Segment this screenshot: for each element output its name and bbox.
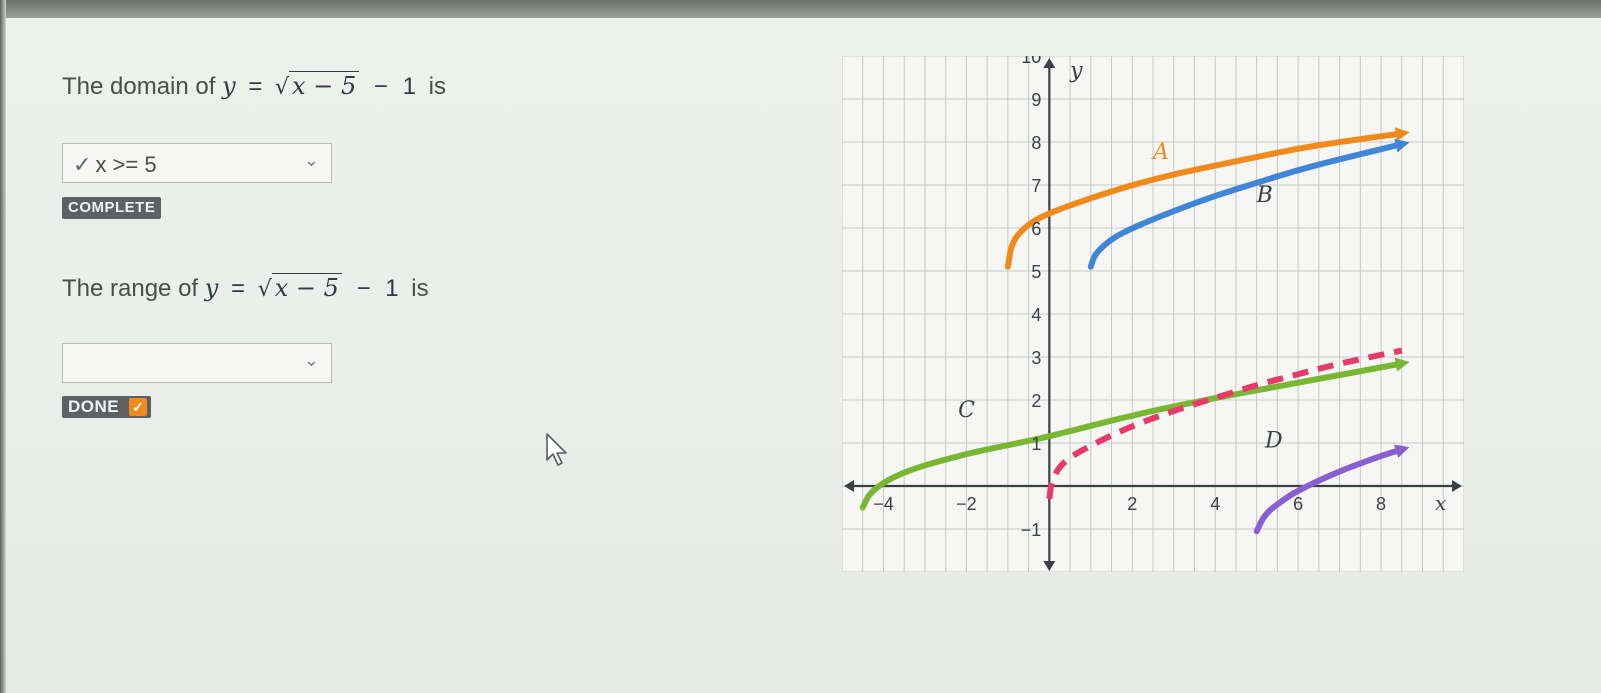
x-tick-label: 2 bbox=[1127, 494, 1137, 514]
x-tick-label: 4 bbox=[1210, 494, 1220, 514]
math-radicand: x − 5 bbox=[289, 71, 360, 100]
arrow-pointer-icon bbox=[546, 433, 567, 466]
question-prefix: The domain of bbox=[62, 73, 216, 100]
y-tick-label: 8 bbox=[1031, 133, 1041, 153]
y-tick-label: 6 bbox=[1031, 219, 1041, 239]
x-tick-label: −2 bbox=[956, 494, 977, 514]
question-prefix: The range of bbox=[62, 275, 199, 302]
math-constant: 1 bbox=[402, 73, 416, 100]
y-tick-label: 5 bbox=[1031, 262, 1041, 282]
math-minus: − bbox=[373, 73, 388, 100]
y-tick-label: 3 bbox=[1031, 348, 1041, 368]
screen-bezel-top bbox=[0, 0, 1601, 18]
y-axis-label: y bbox=[1069, 59, 1083, 84]
domain-answer-dropdown[interactable]: ✓ x >= 5 ⌄ bbox=[62, 143, 332, 183]
question-suffix: is bbox=[428, 73, 446, 100]
check-icon: ✓ bbox=[129, 398, 148, 416]
y-tick-label: 1 bbox=[1031, 434, 1041, 454]
y-tick-label: 10 bbox=[1021, 56, 1041, 67]
domain-answer-text: x >= 5 bbox=[95, 152, 157, 177]
check-icon: ✓ bbox=[73, 152, 92, 177]
x-tick-label: 6 bbox=[1293, 494, 1303, 514]
radical-sign: √ bbox=[275, 75, 290, 100]
math-radicand: x − 5 bbox=[271, 273, 342, 302]
series-label-C: C bbox=[958, 398, 975, 423]
x-tick-label: −4 bbox=[873, 494, 894, 514]
radical-sign: √ bbox=[257, 277, 272, 302]
function-graph: −4 −2 2 4 6 8 −1 1 2 3 4 5 6 7 8 9 10 x y A B C D bbox=[842, 56, 1464, 572]
question-suffix: is bbox=[411, 275, 429, 302]
x-tick-label: 8 bbox=[1376, 494, 1386, 514]
y-tick-label: 7 bbox=[1031, 176, 1041, 196]
chevron-down-icon: ⌄ bbox=[303, 150, 319, 170]
math-minus: − bbox=[356, 275, 371, 302]
y-tick-label: 9 bbox=[1031, 90, 1041, 110]
domain-answer-value: ✓ x >= 5 bbox=[73, 152, 157, 178]
series-label-A: A bbox=[1151, 140, 1169, 165]
y-tick-label: 2 bbox=[1031, 391, 1041, 411]
done-button[interactable]: DONE ✓ bbox=[62, 396, 152, 418]
y-tick-label: 4 bbox=[1031, 305, 1041, 325]
complete-badge: COMPLETE bbox=[62, 197, 162, 219]
question-domain: The domain of y = √ x − 5 − 1 is bbox=[62, 71, 446, 101]
chevron-down-icon: ⌄ bbox=[303, 350, 319, 370]
series-label-B: B bbox=[1256, 183, 1273, 208]
y-tick-label: −1 bbox=[1021, 520, 1042, 540]
math-y: y bbox=[222, 72, 236, 100]
math-equals: = bbox=[248, 73, 263, 100]
math-y: y bbox=[204, 274, 219, 302]
math-equals: = bbox=[231, 275, 246, 302]
math-constant: 1 bbox=[385, 275, 399, 302]
x-axis-label: x bbox=[1435, 491, 1446, 515]
range-answer-dropdown[interactable]: ⌄ bbox=[62, 343, 332, 383]
done-label: DONE bbox=[68, 397, 120, 416]
question-range: The range of y = √ x − 5 − 1 is bbox=[62, 273, 429, 303]
series-label-D: D bbox=[1264, 428, 1283, 453]
